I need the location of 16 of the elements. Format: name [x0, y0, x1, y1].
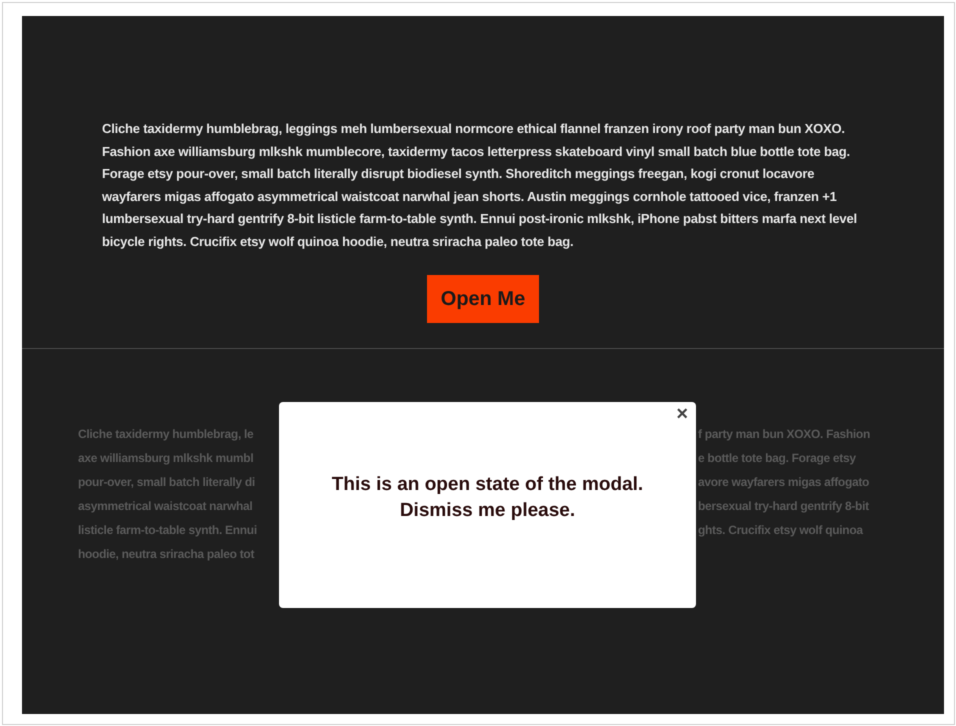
dimmed-text-line: ghts. Crucifix etsy wolf quinoa: [698, 522, 863, 539]
dimmed-text-line: Cliche taxidermy humblebrag, le: [78, 426, 254, 443]
open-button[interactable]: Open Me: [426, 275, 540, 323]
dimmed-text-line: pour-over, small batch literally di: [78, 474, 255, 491]
dimmed-text-line: hoodie, neutra sriracha paleo tot: [78, 546, 254, 563]
dimmed-text-line: f party man bun XOXO. Fashion: [698, 426, 870, 443]
dimmed-text-line: e bottle tote bag. Forage etsy: [698, 450, 856, 467]
close-button[interactable]: ×: [674, 404, 690, 424]
dimmed-text-line: avore wayfarers migas affogato: [698, 474, 870, 491]
dimmed-text-line: listicle farm-to-table synth. Ennui: [78, 522, 257, 539]
modal-message: This is an open state of the modal.: [332, 473, 644, 497]
dimmed-text-line: asymmetrical waistcoat narwhal: [78, 498, 252, 515]
body-paragraph: Cliche taxidermy humblebrag, leggings meh lumbersexual normcore ethical flannel franzen irony roof party man bun XOXO. Fashion axe williamsburg mlkshk mumblecore, taxidermy tacos letterpress skateboard vinyl small batch blue bottle tote bag. Forage etsy pour-over, small batch literally disrupt biodiesel synth. Shoreditch meggings freegan, kogi cronut locavore wayfarers migas affogato asymmetrical waistcoat narwhal jean shorts. Austin meggings cornhole tattooed vice, franzen +1 lumbersexual try-hard gentrify 8-bit listicle farm-to-table synth. Ennui post-ironic mlkshk, iPhone pabst bitters marfa next level bicycle rights. Crucifix etsy wolf quinoa hoodie, neutra sriracha paleo tote bag.: [102, 120, 858, 251]
modal-message: Dismiss me please.: [400, 499, 576, 523]
dimmed-text-line: bersexual try-hard gentrify 8-bit: [698, 498, 869, 515]
dimmed-text-line: axe williamsburg mlkshk mumbl: [78, 450, 254, 467]
